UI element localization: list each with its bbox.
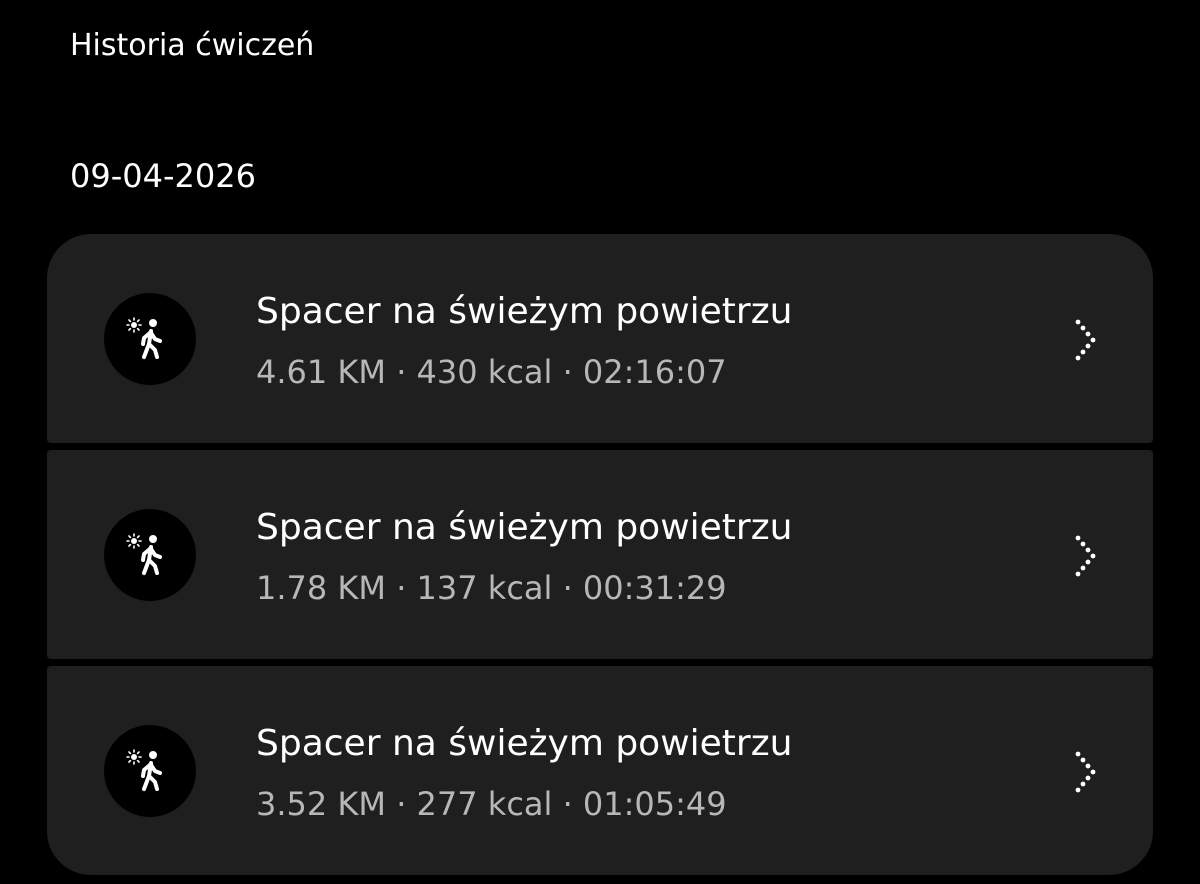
workout-stats: 4.61 KM · 430 kcal · 02:16:07 — [256, 353, 727, 391]
workout-card[interactable]: Spacer na świeżym powietrzu 1.78 KM · 13… — [47, 450, 1153, 659]
workout-card[interactable]: Spacer na świeżym powietrzu 4.61 KM · 43… — [47, 234, 1153, 443]
page-title: Historia ćwiczeń — [70, 28, 315, 63]
outdoor-walk-icon — [104, 509, 196, 601]
workout-stats: 1.78 KM · 137 kcal · 00:31:29 — [256, 569, 727, 607]
workout-title: Spacer na świeżym powietrzu — [256, 723, 793, 764]
date-heading: 09-04-2026 — [70, 157, 256, 195]
outdoor-walk-icon — [104, 725, 196, 817]
chevron-right-icon — [1075, 535, 1096, 577]
workout-card[interactable]: Spacer na świeżym powietrzu 3.52 KM · 27… — [47, 666, 1153, 875]
workout-stats: 3.52 KM · 277 kcal · 01:05:49 — [256, 785, 727, 823]
chevron-right-icon — [1075, 751, 1096, 793]
workout-title: Spacer na świeżym powietrzu — [256, 507, 793, 548]
outdoor-walk-icon — [104, 293, 196, 385]
chevron-right-icon — [1075, 319, 1096, 361]
workout-list: Spacer na świeżym powietrzu 4.61 KM · 43… — [47, 234, 1153, 875]
workout-title: Spacer na świeżym powietrzu — [256, 291, 793, 332]
